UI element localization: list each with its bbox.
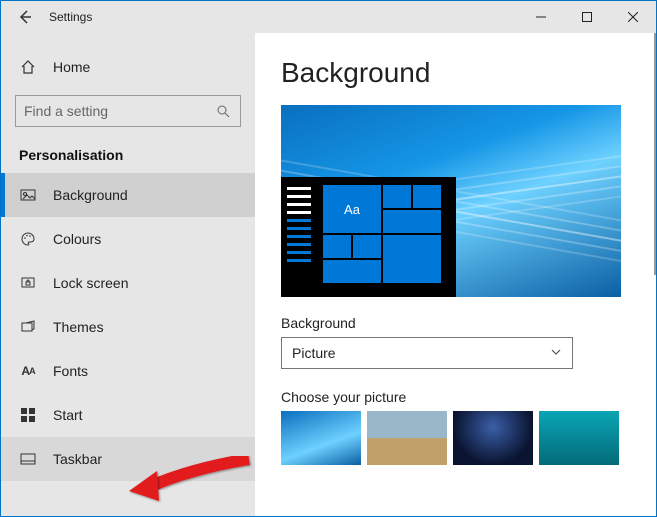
desktop-preview: Aa: [281, 105, 621, 297]
home-label: Home: [53, 59, 90, 75]
sidebar-item-colours[interactable]: Colours: [1, 217, 255, 261]
themes-icon: [19, 318, 37, 336]
sidebar-item-label: Fonts: [53, 363, 88, 379]
start-icon: [19, 406, 37, 424]
sidebar-item-background[interactable]: Background: [1, 173, 255, 217]
sidebar: Home Find a setting Personalisation Back…: [1, 33, 255, 516]
sidebar-item-taskbar[interactable]: Taskbar: [1, 437, 255, 481]
sidebar-item-lockscreen[interactable]: Lock screen: [1, 261, 255, 305]
page-title: Background: [281, 57, 656, 89]
picture-thumbnail[interactable]: [281, 411, 361, 465]
section-header: Personalisation: [1, 139, 255, 173]
scrollbar[interactable]: [654, 33, 656, 275]
preview-tile-aa: Aa: [323, 185, 381, 233]
choose-picture-label: Choose your picture: [281, 389, 656, 405]
taskbar-icon: [19, 450, 37, 468]
sidebar-item-label: Start: [53, 407, 83, 423]
home-nav[interactable]: Home: [1, 47, 255, 87]
search-input[interactable]: Find a setting: [15, 95, 241, 127]
search-placeholder: Find a setting: [24, 103, 108, 119]
sidebar-item-themes[interactable]: Themes: [1, 305, 255, 349]
maximize-button[interactable]: [564, 1, 610, 33]
sidebar-item-start[interactable]: Start: [1, 393, 255, 437]
window-title: Settings: [49, 10, 92, 24]
picture-thumbnails: [281, 411, 656, 465]
background-field-label: Background: [281, 315, 656, 331]
titlebar: Settings: [1, 1, 656, 33]
palette-icon: [19, 230, 37, 248]
picture-icon: [19, 186, 37, 204]
lock-screen-icon: [19, 274, 37, 292]
chevron-down-icon: [550, 345, 562, 361]
close-icon: [628, 12, 638, 22]
sidebar-item-label: Lock screen: [53, 275, 128, 291]
main-content: Background Aa Background Picture Choose …: [255, 33, 656, 516]
background-dropdown-value: Picture: [292, 345, 336, 361]
minimize-button[interactable]: [518, 1, 564, 33]
back-button[interactable]: [1, 1, 49, 33]
sidebar-item-fonts[interactable]: AA Fonts: [1, 349, 255, 393]
picture-thumbnail[interactable]: [367, 411, 447, 465]
picture-thumbnail[interactable]: [539, 411, 619, 465]
close-button[interactable]: [610, 1, 656, 33]
fonts-icon: AA: [19, 362, 37, 380]
sidebar-item-label: Background: [53, 187, 128, 203]
minimize-icon: [536, 12, 546, 22]
background-dropdown[interactable]: Picture: [281, 337, 573, 369]
maximize-icon: [582, 12, 592, 22]
sidebar-item-label: Colours: [53, 231, 101, 247]
home-icon: [19, 58, 37, 76]
picture-thumbnail[interactable]: [453, 411, 533, 465]
sidebar-item-label: Themes: [53, 319, 104, 335]
search-icon: [214, 102, 232, 120]
sidebar-item-label: Taskbar: [53, 451, 102, 467]
arrow-left-icon: [17, 9, 33, 25]
